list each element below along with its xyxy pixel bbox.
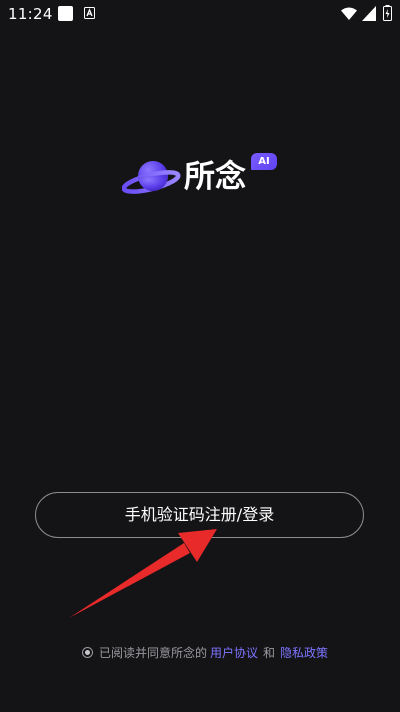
agreement-row: 已阅读并同意所念的 用户协议 和 隐私政策 (82, 643, 331, 661)
planet-logo-icon (122, 161, 181, 194)
app-name: 所念 (184, 159, 246, 195)
phone-login-button[interactable]: 手机验证码注册/登录 (35, 492, 364, 538)
arrow-annotation (69, 529, 217, 618)
status-bar: 11:24 (0, 0, 400, 28)
login-screen: 11:24 所念 AI 手机验证码注册/登录 已阅读并同意所念的 用户协议 和 … (0, 0, 400, 712)
battery-icon (383, 5, 392, 21)
a-notification-icon (84, 7, 95, 19)
app-logo: 所念 AI (122, 150, 282, 202)
agreement-prefix: 已阅读并同意所念的 (99, 645, 208, 660)
ai-badge: AI (251, 153, 277, 170)
agreement-radio[interactable] (82, 646, 93, 658)
signal-icon (362, 6, 376, 21)
app-notification-icon (58, 6, 73, 21)
privacy-policy-link[interactable]: 隐私政策 (280, 644, 328, 661)
user-agreement-link[interactable]: 用户协议 (210, 644, 258, 661)
status-time: 11:24 (8, 5, 53, 23)
wifi-icon (341, 7, 357, 20)
agreement-and: 和 (263, 645, 276, 660)
